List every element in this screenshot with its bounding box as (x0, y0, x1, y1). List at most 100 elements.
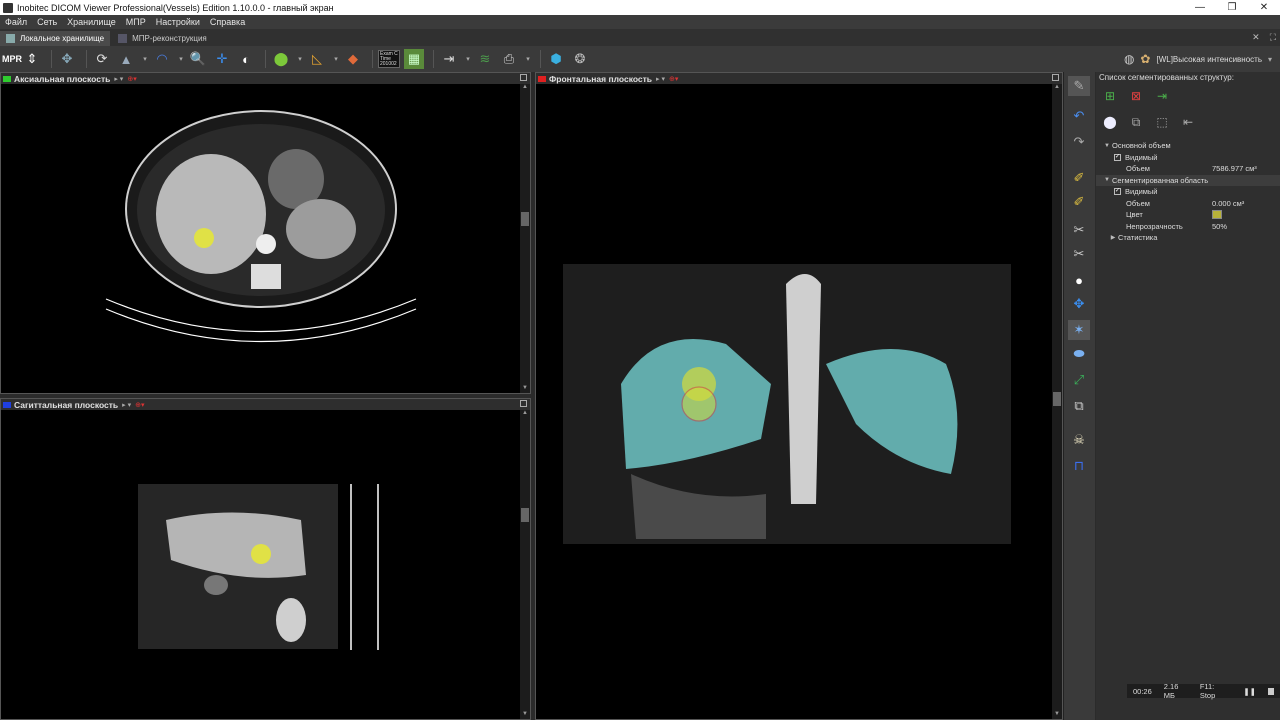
export-structure-icon[interactable]: ⇥ (1152, 88, 1172, 104)
tree-visible-row[interactable]: ✓ Видимый (1096, 152, 1280, 164)
sagittal-viewport[interactable]: Сагиттальная плоскость ▸ ▾ ⊕▾ ▲ ▼ (0, 398, 531, 720)
palette-icon[interactable]: ✿ (1140, 52, 1150, 66)
crosshair-icon[interactable]: ⊕▾ (135, 401, 144, 409)
scroll-thumb[interactable] (521, 212, 529, 226)
sagittal-scrollbar[interactable]: ▲ ▼ (520, 410, 530, 719)
tree-statistics-row[interactable]: ▶ Статистика (1096, 232, 1280, 244)
chevron-down-icon[interactable]: ▾ (463, 49, 473, 69)
restore-button[interactable]: ❐ (1216, 0, 1248, 15)
ruler-icon[interactable]: ◺ (307, 49, 327, 69)
scroll-up-icon[interactable]: ▲ (1052, 84, 1062, 92)
menu-network[interactable]: Сеть (37, 17, 57, 27)
mirror-icon[interactable]: ⬚ (1152, 114, 1172, 130)
threshold-icon[interactable]: ✶ (1068, 320, 1090, 340)
scroll-down-icon[interactable]: ▼ (1052, 711, 1062, 719)
scissors-icon[interactable]: ✂ (1068, 220, 1090, 240)
globe-icon[interactable]: ◍ (1124, 52, 1134, 66)
scroll-thumb[interactable] (1053, 392, 1061, 406)
zoom-icon[interactable]: 🔍 (188, 49, 208, 69)
chevron-down-icon[interactable]: ▾ (1268, 55, 1272, 64)
visible-checkbox[interactable]: ✓ (1114, 153, 1121, 161)
copy-icon[interactable]: ⧉ (1068, 396, 1090, 416)
frontal-scrollbar[interactable]: ▲ ▼ (1052, 84, 1062, 719)
chevron-down-icon[interactable]: ▾ (523, 49, 533, 69)
fullscreen-icon[interactable]: ⛶ (1270, 32, 1276, 43)
table-icon[interactable]: ⊓ (1068, 456, 1090, 476)
collapse-icon[interactable]: ▼ (1102, 177, 1112, 183)
fill-icon[interactable]: ⤢ (1068, 370, 1090, 390)
brush-remove-icon[interactable]: ✐ (1068, 192, 1090, 212)
crosshair-icon[interactable]: ⊕▾ (669, 75, 678, 83)
stop-icon[interactable] (1267, 687, 1274, 695)
chevron-down-icon[interactable]: ▾ (140, 49, 150, 69)
skull-icon[interactable]: ☠ (1068, 430, 1090, 450)
blob-icon[interactable]: ⬬ (1068, 344, 1090, 364)
scroll-up-icon[interactable]: ▲ (520, 410, 530, 418)
rotate-icon[interactable]: ⟳ (92, 49, 112, 69)
minimize-button[interactable]: — (1184, 0, 1216, 15)
crosshair-icon[interactable]: ⊕▾ (127, 75, 136, 83)
flip-icon[interactable]: ▲ (116, 49, 136, 69)
contrast-icon[interactable]: ◐ (236, 49, 256, 69)
close-button[interactable]: ✕ (1248, 0, 1280, 15)
brush-add-icon[interactable]: ✐ (1068, 168, 1090, 188)
close-tabs-icon[interactable]: ✕ (1252, 32, 1260, 43)
sphere-icon[interactable]: ● (1068, 270, 1090, 290)
brain-icon[interactable]: ❂ (570, 49, 590, 69)
color-sphere-icon[interactable]: ⬤ (1100, 114, 1120, 130)
scroll-up-icon[interactable]: ▲ (520, 84, 530, 92)
maximize-icon[interactable] (1052, 74, 1059, 81)
chevron-down-icon[interactable]: ▾ (176, 49, 186, 69)
grow-region-icon[interactable]: ✥ (1068, 294, 1090, 314)
edit-icon[interactable]: ✎ (1068, 76, 1090, 96)
chevron-down-icon[interactable]: ▾ (331, 49, 341, 69)
windowing-icon[interactable]: ◠ (152, 49, 172, 69)
menu-storage[interactable]: Хранилище (67, 17, 116, 27)
exam-info-toggle[interactable]: Exam C Time 201002 (378, 50, 400, 68)
orientation-icon[interactable]: ✥ (57, 49, 77, 69)
split-icon[interactable]: ⧉ (1126, 114, 1146, 130)
opacity-value[interactable]: 50% (1212, 222, 1227, 231)
tree-color-row[interactable]: Цвет (1096, 209, 1280, 221)
cube-3d-icon[interactable]: ⬢ (546, 49, 566, 69)
layers-icon[interactable]: ≋ (475, 49, 495, 69)
expand-icon[interactable]: ▶ (1108, 234, 1118, 241)
visible-checkbox[interactable]: ✓ (1114, 188, 1121, 196)
segment-color-swatch[interactable] (1212, 210, 1222, 220)
collapse-icon[interactable]: ▼ (1102, 143, 1112, 149)
import-structure-icon[interactable]: ⇤ (1178, 114, 1198, 130)
tree-segmented-region[interactable]: ▼ Сегментированная область (1096, 174, 1280, 186)
slice-thickness-icon[interactable]: ⇕ (22, 49, 42, 69)
scroll-thumb[interactable] (521, 508, 529, 522)
scroll-down-icon[interactable]: ▼ (520, 385, 530, 393)
axial-viewport[interactable]: Аксиальная плоскость ▸ ▾ ⊕▾ ▲ ▼ (0, 72, 531, 394)
menu-help[interactable]: Справка (210, 17, 245, 27)
mpr-mode-button[interactable]: MPR (2, 54, 22, 64)
menu-file[interactable]: Файл (5, 17, 27, 27)
scroll-down-icon[interactable]: ▼ (520, 711, 530, 719)
chevron-down-icon[interactable]: ▸ ▾ (656, 75, 665, 83)
chevron-down-icon[interactable]: ▸ ▾ (114, 75, 123, 83)
chevron-down-icon[interactable]: ▸ ▾ (122, 401, 131, 409)
preset-label[interactable]: [WL]Высокая интенсивность (1156, 55, 1262, 64)
tree-base-volume[interactable]: ▼ Основной объем (1096, 140, 1280, 152)
layout-grid-icon[interactable]: ▦ (404, 49, 424, 69)
tree-opacity-row[interactable]: Непрозрачность 50% (1096, 221, 1280, 233)
pan-icon[interactable]: ✛ (212, 49, 232, 69)
menu-settings[interactable]: Настройки (156, 17, 200, 27)
tab-local-storage[interactable]: Локальное хранилище (0, 31, 111, 46)
pause-icon[interactable]: ❚❚ (1243, 687, 1256, 696)
scissors-icon[interactable]: ✂ (1068, 244, 1090, 264)
tree-visible-row[interactable]: ✓ Видимый (1096, 186, 1280, 198)
delete-structure-icon[interactable]: ⊠ (1126, 88, 1146, 104)
menu-mpr[interactable]: МПР (126, 17, 146, 27)
add-structure-icon[interactable]: ⊞ (1100, 88, 1120, 104)
chevron-down-icon[interactable]: ▾ (295, 49, 305, 69)
undo-icon[interactable]: ↶ (1068, 106, 1090, 126)
eraser-icon[interactable]: ◆ (343, 49, 363, 69)
redo-icon[interactable]: ↷ (1068, 132, 1090, 152)
maximize-icon[interactable] (520, 74, 527, 81)
maximize-icon[interactable] (520, 400, 527, 407)
axial-scrollbar[interactable]: ▲ ▼ (520, 84, 530, 393)
frontal-viewport[interactable]: Фронтальная плоскость ▸ ▾ ⊕▾ ▲ ▼ (535, 72, 1063, 720)
